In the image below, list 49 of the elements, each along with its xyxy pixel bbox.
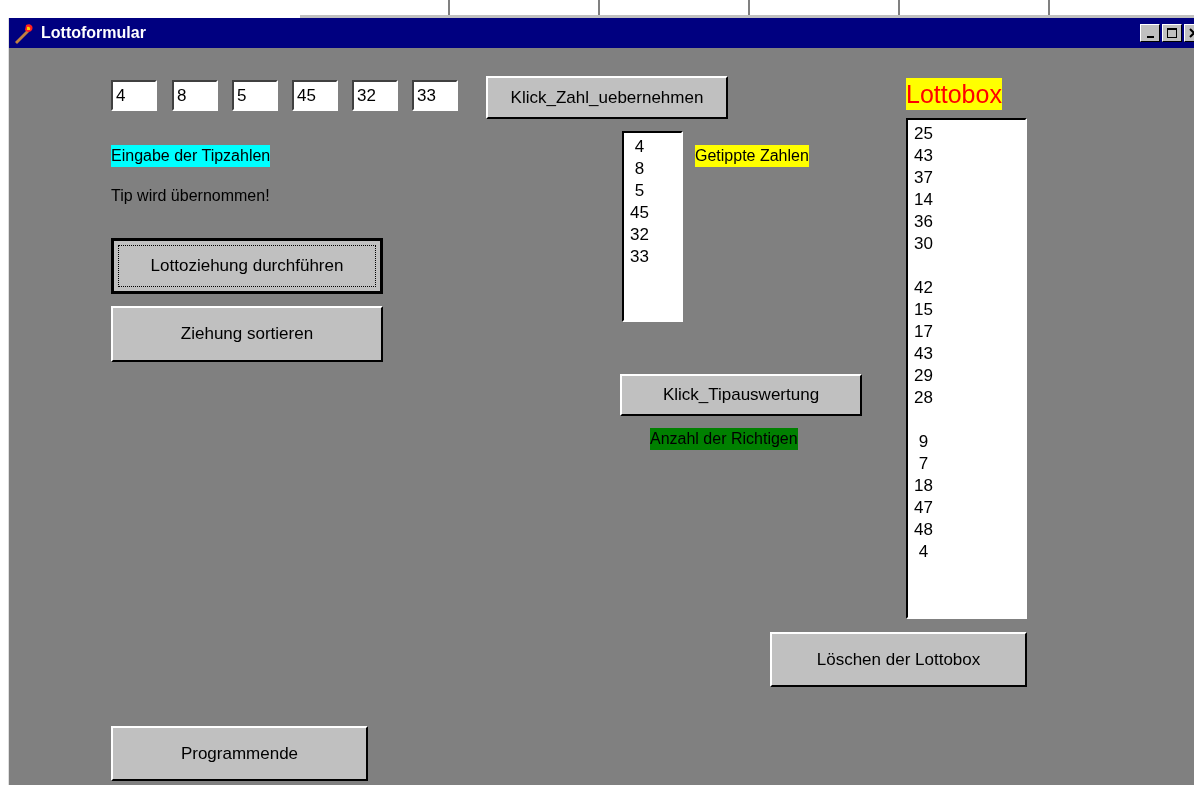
number-field[interactable]: 45 (292, 80, 338, 111)
list-item[interactable]: 25 (914, 123, 1025, 145)
list-item[interactable]: 15 (914, 299, 1025, 321)
number-field[interactable]: 4 (111, 80, 157, 111)
list-item[interactable]: 30 (914, 233, 1025, 255)
tip-list[interactable]: 4 8 5 45 32 33 (622, 131, 683, 322)
exit-button[interactable]: Programmende (111, 726, 368, 781)
number-field[interactable]: 5 (232, 80, 278, 111)
minimize-button[interactable] (1140, 24, 1160, 42)
list-item[interactable]: 45 (630, 202, 681, 224)
list-item[interactable]: 43 (914, 343, 1025, 365)
list-item[interactable]: 7 (914, 453, 1025, 475)
status-text: Tip wird übernommen! (111, 186, 270, 206)
list-item[interactable]: 9 (914, 431, 1025, 453)
lottobox-list[interactable]: 25 43 37 14 36 30 42 15 17 43 29 28 9 7 18 47 48 4 (906, 118, 1027, 619)
list-item[interactable]: 42 (914, 277, 1025, 299)
torch-icon (13, 22, 35, 44)
minimize-icon (1146, 35, 1154, 38)
maximize-icon (1167, 28, 1177, 38)
correct-count-label: Anzahl der Richtigen (650, 428, 798, 450)
list-item[interactable]: 43 (914, 145, 1025, 167)
number-field[interactable]: 8 (172, 80, 218, 111)
take-number-button[interactable]: Klick_Zahl_uebernehmen (486, 76, 728, 119)
sort-draw-button[interactable]: Ziehung sortieren (111, 306, 383, 362)
list-item[interactable]: 48 (914, 519, 1025, 541)
evaluate-tip-button[interactable]: Klick_Tipauswertung (620, 374, 862, 416)
list-item[interactable]: 28 (914, 387, 1025, 409)
clear-lottobox-button[interactable]: Löschen der Lottobox (770, 632, 1027, 687)
list-item[interactable]: 33 (630, 246, 681, 268)
list-item[interactable]: 37 (914, 167, 1025, 189)
list-item[interactable]: 36 (914, 211, 1025, 233)
list-item[interactable]: 4 (630, 136, 681, 158)
list-item[interactable]: 14 (914, 189, 1025, 211)
list-item[interactable]: 4 (914, 541, 1025, 563)
list-item[interactable]: 8 (630, 158, 681, 180)
draw-lotto-button[interactable]: Lottoziehung durchführen (111, 238, 383, 294)
instruction-label: Eingabe der Tipzahlen (111, 145, 271, 167)
tipped-numbers-label: Getippte Zahlen (695, 145, 809, 167)
window-title: Lottoformular (41, 24, 147, 42)
list-item[interactable]: 18 (914, 475, 1025, 497)
maximize-button[interactable] (1162, 24, 1182, 42)
list-item[interactable]: 47 (914, 497, 1025, 519)
list-item[interactable]: 32 (630, 224, 681, 246)
lottobox-label: Lottobox (906, 78, 1002, 110)
list-item[interactable]: 29 (914, 365, 1025, 387)
list-item[interactable]: 17 (914, 321, 1025, 343)
list-item[interactable]: 5 (630, 180, 681, 202)
number-field[interactable]: 32 (352, 80, 398, 111)
number-field[interactable]: 33 (412, 80, 458, 111)
